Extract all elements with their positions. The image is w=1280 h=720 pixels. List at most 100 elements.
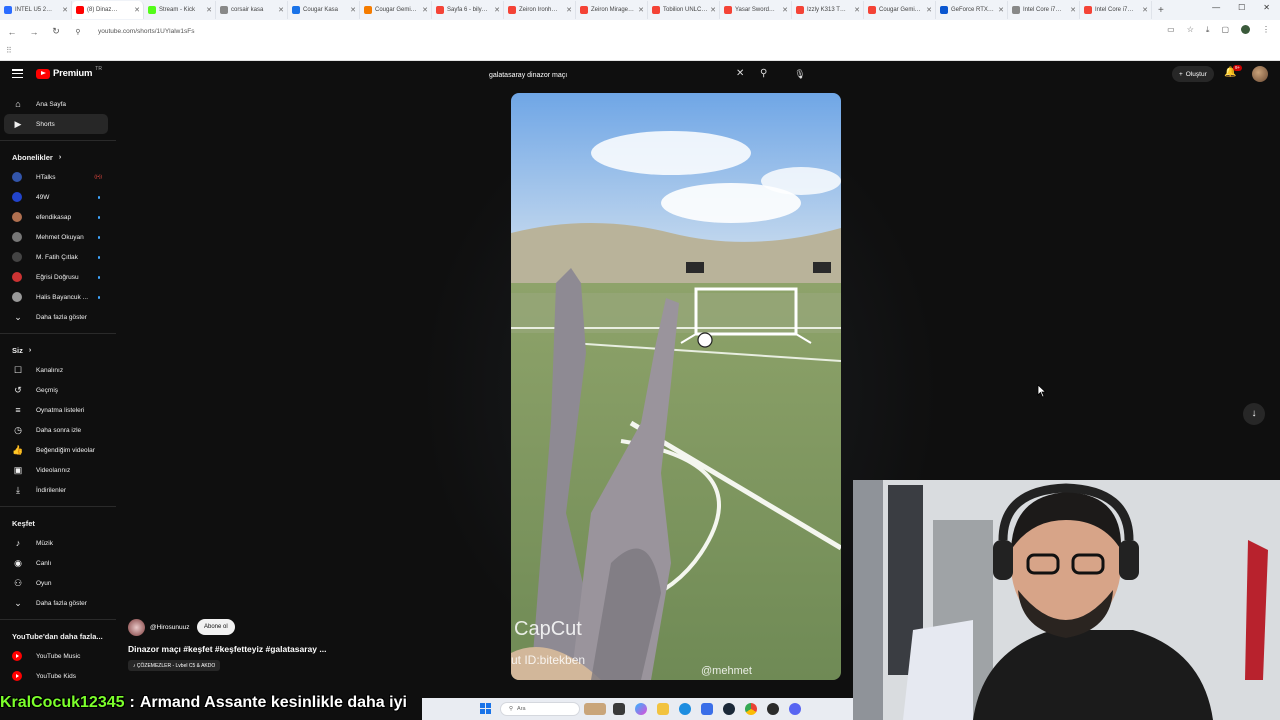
browser-tab[interactable]: Cougar Gemi… ✕	[864, 1, 936, 19]
back-icon[interactable]: ←	[6, 27, 18, 37]
edge-icon[interactable]	[679, 703, 691, 715]
channel-avatar[interactable]	[128, 619, 145, 636]
browser-tab[interactable]: Izzly K313 T… ✕	[792, 1, 864, 19]
browser-tab[interactable]: (8) Dinaz… ✕	[72, 1, 144, 19]
sidebar-section-title[interactable]: Abonelikler ›	[0, 147, 116, 167]
sidebar-item[interactable]: ⌄ Daha fazla göster	[0, 593, 116, 613]
browser-tab[interactable]: Tobilion UNLC… ✕	[648, 1, 720, 19]
close-tab-icon[interactable]: ✕	[422, 6, 428, 14]
browser-tab[interactable]: Yasar Sword… ✕	[720, 1, 792, 19]
taskbar-search[interactable]: ⚲ Ara	[500, 702, 580, 716]
browser-tab[interactable]: Stream - Kick ✕	[144, 1, 216, 19]
extensions-icon[interactable]: ▢	[1221, 25, 1229, 35]
browser-tab[interactable]: Intel Core i7… ✕	[1080, 1, 1152, 19]
close-tab-icon[interactable]: ✕	[854, 6, 860, 14]
sidebar-item[interactable]: ⌂ Ana Sayfa	[0, 94, 116, 114]
sidebar-item[interactable]: ◷ Daha sonra izle	[0, 420, 116, 440]
subscribe-button[interactable]: Abone ol	[197, 619, 235, 635]
sidebar-item[interactable]: Eğrisi Doğrusu	[0, 267, 116, 287]
close-window-icon[interactable]: ✕	[1263, 3, 1270, 12]
close-tab-icon[interactable]: ✕	[62, 6, 68, 14]
browser-tab[interactable]: Cougar Gemi… ✕	[360, 1, 432, 19]
search-box[interactable]: galatasaray dinazor maçı ✕ ⚲	[480, 65, 776, 85]
sidebar-item[interactable]: ↺ Geçmiş	[0, 380, 116, 400]
sidebar-item[interactable]: YouTube Kids	[0, 666, 116, 686]
sidebar-item[interactable]: ◉ Canlı	[0, 553, 116, 573]
close-tab-icon[interactable]: ✕	[1070, 6, 1076, 14]
browser-tab[interactable]: Zeiron Ironh… ✕	[504, 1, 576, 19]
minimize-icon[interactable]: —	[1212, 3, 1220, 12]
chrome-icon[interactable]	[745, 703, 757, 715]
sidebar-item[interactable]: ≡ Oynatma listeleri	[0, 400, 116, 420]
next-short-button[interactable]: ↓	[1243, 403, 1265, 425]
browser-tab[interactable]: Cougar Kasa ✕	[288, 1, 360, 19]
browser-tab[interactable]: INTEL U5 2… ✕	[0, 1, 72, 19]
sidebar-item[interactable]: ♪ Müzik	[0, 533, 116, 553]
music-tag[interactable]: ♪ ÇÖZEMEZLER - Lvbel C5 & AKDO	[128, 660, 221, 671]
close-tab-icon[interactable]: ✕	[206, 6, 212, 14]
bookmark-star-icon[interactable]: ☆	[1187, 25, 1194, 35]
browser-menu-icon[interactable]: ⋮	[1262, 25, 1270, 35]
menu-icon[interactable]	[12, 69, 23, 79]
close-tab-icon[interactable]: ✕	[926, 6, 932, 14]
sidebar-item[interactable]: 49W	[0, 187, 116, 207]
sidebar-item[interactable]: ⤓ İndirilenler	[0, 480, 116, 500]
discord-icon[interactable]	[789, 703, 801, 715]
create-button[interactable]: + Oluştur	[1172, 66, 1214, 82]
sidebar-section-title[interactable]: Siz ›	[0, 340, 116, 360]
sidebar-item[interactable]: ⌄ Daha fazla göster	[0, 307, 116, 327]
shorts-player[interactable]: CapCut ut ID:bitekben @mehmet	[511, 93, 841, 680]
close-tab-icon[interactable]: ✕	[566, 6, 572, 14]
profile-icon[interactable]	[1241, 25, 1250, 34]
account-avatar[interactable]	[1252, 66, 1268, 82]
close-tab-icon[interactable]: ✕	[278, 6, 284, 14]
obs-icon[interactable]	[767, 703, 779, 715]
close-tab-icon[interactable]: ✕	[782, 6, 788, 14]
close-tab-icon[interactable]: ✕	[350, 6, 356, 14]
close-tab-icon[interactable]: ✕	[710, 6, 716, 14]
apps-grid-icon[interactable]: ⠿	[6, 46, 12, 55]
youtube-logo[interactable]: Premium TR	[36, 66, 102, 79]
reload-icon[interactable]: ↻	[50, 26, 62, 37]
close-tab-icon[interactable]: ✕	[494, 6, 500, 14]
sidebar-section-title[interactable]: YouTube'dan daha fazla...	[0, 626, 116, 646]
file-explorer-icon[interactable]	[657, 703, 669, 715]
close-tab-icon[interactable]: ✕	[998, 6, 1004, 14]
sidebar-item[interactable]: 👍 Beğendiğim videolar	[0, 440, 116, 460]
channel-name[interactable]: @Hirosunuuz	[150, 624, 189, 631]
sidebar-item[interactable]: ⚇ Oyun	[0, 573, 116, 593]
sidebar-item[interactable]: Halis Bayancuk ...	[0, 287, 116, 307]
task-view-icon[interactable]	[613, 703, 625, 715]
close-tab-icon[interactable]: ✕	[134, 6, 140, 14]
close-tab-icon[interactable]: ✕	[1142, 6, 1148, 14]
sidebar-item[interactable]: efendikasap	[0, 207, 116, 227]
search-icon[interactable]: ⚲	[760, 68, 767, 79]
maximize-icon[interactable]: ☐	[1238, 3, 1245, 12]
browser-tab[interactable]: Intel Core i7… ✕	[1008, 1, 1080, 19]
browser-tab[interactable]: Sayfa 6 - bily… ✕	[432, 1, 504, 19]
search-input[interactable]: galatasaray dinazor maçı	[489, 72, 567, 79]
sidebar-item[interactable]: YouTube Music	[0, 646, 116, 666]
short-title[interactable]: Dinazor maçı #keşfet #keşfetteyiz #galat…	[128, 644, 326, 654]
taskbar-widget-icon[interactable]	[584, 703, 606, 715]
forward-icon[interactable]: →	[28, 27, 40, 37]
copilot-icon[interactable]	[635, 703, 647, 715]
downloads-icon[interactable]: ⤓	[1206, 25, 1210, 35]
url-field[interactable]: youtube.com/shorts/1UYlalw1sFs	[98, 28, 194, 35]
mic-icon[interactable]: 🎙	[792, 66, 808, 82]
sidebar-item[interactable]: HTalks ((•))	[0, 167, 116, 187]
new-tab-icon[interactable]: +	[1152, 5, 1170, 16]
sidebar-item[interactable]: ▶ Shorts	[4, 114, 108, 134]
sidebar-item[interactable]: Mehmet Okuyan	[0, 227, 116, 247]
clear-search-icon[interactable]: ✕	[736, 68, 744, 79]
sidebar-item[interactable]: ▣ Videolarınız	[0, 460, 116, 480]
cast-icon[interactable]: ▭	[1167, 25, 1175, 35]
browser-tab[interactable]: Zeiron Mirage… ✕	[576, 1, 648, 19]
steam-icon[interactable]	[723, 703, 735, 715]
browser-tab[interactable]: GeForce RTX… ✕	[936, 1, 1008, 19]
sidebar-section-title[interactable]: Keşfet	[0, 513, 116, 533]
site-info-icon[interactable]: ⚲	[72, 28, 84, 36]
browser-tab[interactable]: corsair kasa ✕	[216, 1, 288, 19]
sidebar-item[interactable]: ☐ Kanalınız	[0, 360, 116, 380]
sidebar-item[interactable]: M. Fatih Çıtlak	[0, 247, 116, 267]
